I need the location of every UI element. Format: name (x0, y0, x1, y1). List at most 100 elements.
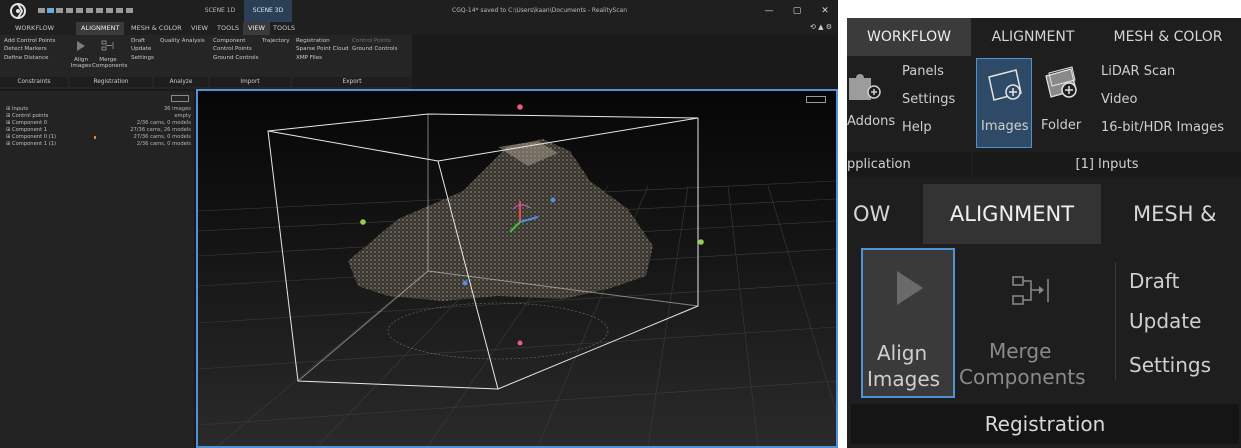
control-point-marker[interactable] (360, 219, 366, 225)
merge-label-line2: Components (92, 63, 128, 69)
tab-tools-3d[interactable]: TOOLS (268, 22, 300, 35)
panels-button[interactable]: Panels (902, 64, 944, 79)
images-label: Images (981, 119, 1029, 134)
merge-components-button[interactable]: Merge Components (92, 57, 128, 69)
export-sparse-point-cloud-button[interactable]: Sparse Point Cloud (296, 45, 349, 53)
viewport-mode-badge[interactable] (806, 96, 826, 103)
settings-button[interactable]: Settings (1129, 352, 1211, 378)
import-ground-controls-button[interactable]: Ground Controls (213, 54, 259, 62)
tree-row[interactable]: ⊞ Component 0 2/36 cams, 0 models (6, 120, 191, 127)
import-control-points-button[interactable]: Control Points (213, 45, 252, 53)
tab-view-3d[interactable]: VIEW (243, 22, 270, 35)
quick-access-icon-3[interactable] (56, 8, 63, 13)
merge-label-line1: Merge (989, 339, 1052, 363)
title-bar: SCENE 1D SCENE 3D CGQ-14* saved to C:\Us… (0, 0, 838, 22)
quick-access-icon-5[interactable] (76, 8, 83, 13)
add-control-points-button[interactable]: Add Control Points (4, 37, 55, 45)
tab-workflow[interactable]: WORKFLOW (847, 18, 971, 56)
hdr-images-button[interactable]: 16-bit/HDR Images (1101, 120, 1224, 135)
control-point-marker[interactable] (462, 280, 468, 286)
tree-row[interactable]: ⊞ Control points empty (6, 113, 191, 120)
close-button[interactable]: ✕ (812, 0, 838, 22)
help-icons[interactable]: ⟲ ▲ ⚙ (810, 23, 832, 31)
tree-label: ⊞ Component 1 (6, 127, 48, 133)
settings-button[interactable]: Settings (131, 54, 154, 62)
quick-access-icon-7[interactable] (96, 8, 103, 13)
panel-header-button[interactable] (171, 95, 189, 102)
import-component-button[interactable]: Component (213, 37, 245, 45)
align-label-line2: Images (867, 367, 941, 391)
quick-access-icon-2[interactable] (47, 8, 54, 13)
align-label-line1: Align (877, 341, 928, 365)
tab-workflow[interactable]: WORKFLOW (10, 22, 59, 35)
control-point-marker[interactable] (517, 340, 523, 346)
merge-components-icon (101, 40, 114, 51)
tab-alignment[interactable]: ALIGNMENT (76, 22, 125, 35)
minimize-button[interactable]: — (756, 0, 782, 22)
align-label-line2: Images (70, 63, 92, 69)
update-button[interactable]: Update (131, 45, 151, 53)
define-distance-button[interactable]: Define Distance (4, 54, 49, 62)
zoom-workflow-ribbon: WORKFLOW ALIGNMENT MESH & COLOR Addons P… (847, 18, 1241, 180)
settings-button[interactable]: Settings (902, 92, 955, 107)
tab-view[interactable]: VIEW (186, 22, 213, 35)
addons-button[interactable]: Addons (847, 114, 895, 129)
tab-alignment[interactable]: ALIGNMENT (923, 184, 1101, 244)
project-tree-panel: ⊞ Inputs 36 images ⊞ Control points empt… (0, 91, 194, 448)
tree-label: ⊞ Component 0 (1) (6, 134, 57, 140)
import-trajectory-button[interactable]: Trajectory (262, 37, 290, 45)
align-images-button[interactable]: Align Images (861, 248, 955, 398)
export-registration-button[interactable]: Registration (296, 37, 330, 45)
realityscan-logo-icon[interactable] (9, 2, 27, 20)
tab-mesh-color[interactable]: MESH & COLOR (1095, 18, 1241, 56)
export-xmp-files-button[interactable]: XMP Files (296, 54, 322, 62)
quick-access-icon-8[interactable] (106, 8, 113, 13)
lidar-scan-button[interactable]: LiDAR Scan (1101, 64, 1175, 79)
quick-access-icon-6[interactable] (86, 8, 93, 13)
export-control-points-button[interactable]: Control Points (352, 37, 391, 45)
tab-alignment[interactable]: ALIGNMENT (971, 18, 1095, 56)
realityscan-window: SCENE 1D SCENE 3D CGQ-14* saved to C:\Us… (0, 0, 838, 448)
folder-button[interactable]: Folder (1037, 58, 1085, 148)
3d-scene-canvas[interactable] (198, 91, 836, 446)
images-button[interactable]: Images (976, 58, 1032, 148)
video-button[interactable]: Video (1101, 92, 1137, 107)
align-images-button[interactable]: Align Images (70, 57, 92, 69)
quick-access-icon-4[interactable] (66, 8, 73, 13)
tree-row[interactable]: ⊞ Component 0 (1) 27/36 cams, 0 models (6, 134, 191, 141)
control-point-marker[interactable] (698, 239, 704, 245)
redo-icon[interactable] (126, 8, 133, 13)
help-button[interactable]: Help (902, 120, 932, 135)
draft-button[interactable]: Draft (1129, 268, 1179, 294)
folder-label: Folder (1041, 118, 1082, 133)
play-triangle-icon (77, 41, 85, 51)
tab-tools[interactable]: TOOLS (212, 22, 244, 35)
puzzle-plus-icon (849, 74, 881, 100)
tab-mesh-color[interactable]: MESH & COLOR (126, 22, 187, 35)
tab-scene-1d[interactable]: SCENE 1D (196, 0, 244, 22)
tab-workflow-partial[interactable]: OW (849, 184, 894, 244)
group-registration: Registration (851, 404, 1239, 444)
control-point-marker[interactable] (517, 104, 523, 110)
control-point-marker[interactable] (550, 197, 556, 203)
merge-components-button[interactable]: Merge Components (959, 248, 1111, 398)
tree-row[interactable]: ⊞ Component 1 (1) 2/36 cams, 0 models (6, 141, 191, 148)
maximize-button[interactable]: ▢ (784, 0, 810, 22)
quick-access-icon-1[interactable] (38, 8, 45, 13)
group-constraints: Constraints (0, 77, 68, 87)
export-ground-controls-button[interactable]: Ground Controls (352, 45, 398, 53)
update-button[interactable]: Update (1129, 308, 1201, 334)
ribbon-panel: Add Control Points Detect Markers Define… (0, 35, 412, 89)
window-title: CGQ-14* saved to C:\Users\kaan\Documents… (452, 7, 628, 14)
draft-button[interactable]: Draft (131, 37, 145, 45)
quality-analysis-button[interactable]: Quality Analysis (160, 37, 205, 45)
3d-viewport[interactable] (196, 89, 838, 448)
undo-icon[interactable] (116, 8, 123, 13)
tab-scene-3d[interactable]: SCENE 3D (244, 0, 292, 22)
tab-mesh-color-partial[interactable]: MESH & (1129, 184, 1221, 244)
group-inputs: [1] Inputs (973, 152, 1241, 178)
tree-row[interactable]: ⊞ Inputs 36 images (6, 106, 191, 113)
merge-label-line2: Components (959, 365, 1086, 389)
tree-row[interactable]: ⊞ Component 1 27/36 cams, 26 models (6, 127, 191, 134)
detect-markers-button[interactable]: Detect Markers (4, 45, 47, 53)
